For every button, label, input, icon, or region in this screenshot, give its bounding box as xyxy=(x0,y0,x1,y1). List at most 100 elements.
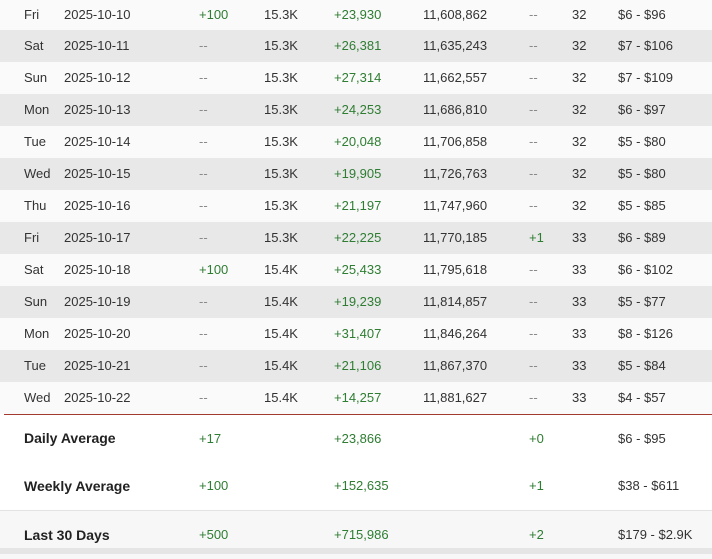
date-cell: 2025-10-19 xyxy=(64,294,131,309)
table-row: Sun 2025-10-19 -- 15.4K +19,239 11,814,857 -- 3… xyxy=(0,286,712,318)
summary-rank-gain: +1 xyxy=(529,478,544,493)
views-gain-cell: +31,407 xyxy=(334,326,382,341)
rank-gain-cell: -- xyxy=(529,38,538,53)
views-gain-cell: +23,930 xyxy=(334,7,382,22)
followers-cell: 15.3K xyxy=(264,7,298,22)
followers-cell: 15.3K xyxy=(264,230,298,245)
followers-cell: 15.3K xyxy=(264,166,298,181)
summary-rank-gain: +0 xyxy=(529,431,544,446)
earnings-cell: $4 - $57 xyxy=(618,390,666,405)
table-row: Sun 2025-10-12 -- 15.3K +27,314 11,662,557 -- 3… xyxy=(0,62,712,94)
date-cell: 2025-10-22 xyxy=(64,390,131,405)
rank-cell: 32 xyxy=(572,134,587,149)
day-cell: Tue xyxy=(24,134,46,149)
earnings-cell: $5 - $80 xyxy=(618,134,666,149)
rank-cell: 32 xyxy=(572,7,587,22)
summary-row-daily-average: Daily Average +17 +23,866 +0 $6 - $95 xyxy=(0,415,712,462)
followers-cell: 15.4K xyxy=(264,390,298,405)
followers-gain-cell: -- xyxy=(199,390,208,405)
table-row: Tue 2025-10-14 -- 15.3K +20,048 11,706,858 -- 3… xyxy=(0,126,712,158)
views-total-cell: 11,747,960 xyxy=(423,198,488,213)
rank-cell: 33 xyxy=(572,390,587,405)
views-gain-cell: +20,048 xyxy=(334,134,382,149)
table-row: Wed 2025-10-15 -- 15.3K +19,905 11,726,763 -- 3… xyxy=(0,158,712,190)
summary-earnings: $38 - $611 xyxy=(618,478,680,493)
table-row: Fri 2025-10-17 -- 15.3K +22,225 11,770,185 +1 3… xyxy=(0,222,712,254)
earnings-cell: $8 - $126 xyxy=(618,326,673,341)
followers-gain-cell: -- xyxy=(199,230,208,245)
earnings-cell: $6 - $96 xyxy=(618,7,666,22)
earnings-cell: $6 - $97 xyxy=(618,102,666,117)
earnings-cell: $5 - $84 xyxy=(618,358,666,373)
followers-cell: 15.3K xyxy=(264,134,298,149)
followers-gain-cell: -- xyxy=(199,166,208,181)
rank-gain-cell: -- xyxy=(529,102,538,117)
date-cell: 2025-10-21 xyxy=(64,358,131,373)
rank-gain-cell: -- xyxy=(529,7,538,22)
rank-gain-cell: -- xyxy=(529,294,538,309)
date-cell: 2025-10-14 xyxy=(64,134,131,149)
day-cell: Fri xyxy=(24,230,40,245)
views-gain-cell: +25,433 xyxy=(334,262,382,277)
rank-gain-cell: -- xyxy=(529,326,538,341)
table-row: Tue 2025-10-21 -- 15.4K +21,106 11,867,370 -- 3… xyxy=(0,350,712,382)
views-total-cell: 11,706,858 xyxy=(423,134,488,149)
date-cell: 2025-10-11 xyxy=(64,38,130,53)
views-total-cell: 11,726,763 xyxy=(423,166,488,181)
table-row: Mon 2025-10-20 -- 15.4K +31,407 11,846,264 -- 3… xyxy=(0,318,712,350)
earnings-cell: $6 - $89 xyxy=(618,230,666,245)
summary-followers-gain: +100 xyxy=(199,478,229,493)
date-cell: 2025-10-16 xyxy=(64,198,131,213)
views-total-cell: 11,867,370 xyxy=(423,358,488,373)
views-total-cell: 11,846,264 xyxy=(423,326,488,341)
earnings-cell: $5 - $85 xyxy=(618,198,666,213)
daily-stats-table: Fri 2025-10-10 +100 15.3K +23,930 11,608,862 -… xyxy=(0,0,712,559)
rank-cell: 33 xyxy=(572,358,587,373)
day-cell: Sun xyxy=(24,70,48,85)
summary-earnings: $6 - $95 xyxy=(618,431,666,446)
followers-cell: 15.3K xyxy=(264,70,298,85)
views-gain-cell: +19,239 xyxy=(334,294,382,309)
followers-gain-cell: -- xyxy=(199,326,208,341)
day-cell: Mon xyxy=(24,326,50,341)
date-cell: 2025-10-10 xyxy=(64,7,131,22)
earnings-cell: $6 - $102 xyxy=(618,262,673,277)
date-cell: 2025-10-12 xyxy=(64,70,131,85)
rank-cell: 32 xyxy=(572,70,587,85)
day-cell: Sat xyxy=(24,262,44,277)
table-row: Fri 2025-10-10 +100 15.3K +23,930 11,608,862 -… xyxy=(0,0,712,30)
summary-followers-gain: +17 xyxy=(199,431,222,446)
views-total-cell: 11,686,810 xyxy=(423,102,488,117)
rank-cell: 32 xyxy=(572,38,587,53)
followers-cell: 15.4K xyxy=(264,358,298,373)
day-cell: Sat xyxy=(24,38,44,53)
views-gain-cell: +21,197 xyxy=(334,198,382,213)
rank-gain-cell: -- xyxy=(529,358,538,373)
bottom-edge xyxy=(0,548,712,554)
views-gain-cell: +14,257 xyxy=(334,390,382,405)
followers-cell: 15.3K xyxy=(264,38,298,53)
followers-cell: 15.4K xyxy=(264,294,298,309)
date-cell: 2025-10-15 xyxy=(64,166,131,181)
table-row: Sat 2025-10-18 +100 15.4K +25,433 11,795,618 -… xyxy=(0,254,712,286)
rank-gain-cell: -- xyxy=(529,198,538,213)
views-total-cell: 11,770,185 xyxy=(423,230,488,245)
date-cell: 2025-10-13 xyxy=(64,102,131,117)
day-cell: Wed xyxy=(24,166,51,181)
views-total-cell: 11,635,243 xyxy=(423,38,488,53)
day-cell: Tue xyxy=(24,358,46,373)
rank-gain-cell: -- xyxy=(529,390,538,405)
table-row: Wed 2025-10-22 -- 15.4K +14,257 11,881,627 -- 3… xyxy=(0,382,712,414)
rank-cell: 32 xyxy=(572,198,587,213)
followers-gain-cell: -- xyxy=(199,294,208,309)
earnings-cell: $7 - $106 xyxy=(618,38,673,53)
earnings-cell: $5 - $80 xyxy=(618,166,666,181)
rank-cell: 32 xyxy=(572,166,587,181)
summary-views-gain: +152,635 xyxy=(334,478,389,493)
earnings-cell: $5 - $77 xyxy=(618,294,666,309)
date-cell: 2025-10-17 xyxy=(64,230,131,245)
rank-cell: 33 xyxy=(572,294,587,309)
followers-gain-cell: -- xyxy=(199,134,208,149)
table-row: Thu 2025-10-16 -- 15.3K +21,197 11,747,960 -- 3… xyxy=(0,190,712,222)
table-body: Fri 2025-10-10 +100 15.3K +23,930 11,608,862 -… xyxy=(0,0,712,414)
